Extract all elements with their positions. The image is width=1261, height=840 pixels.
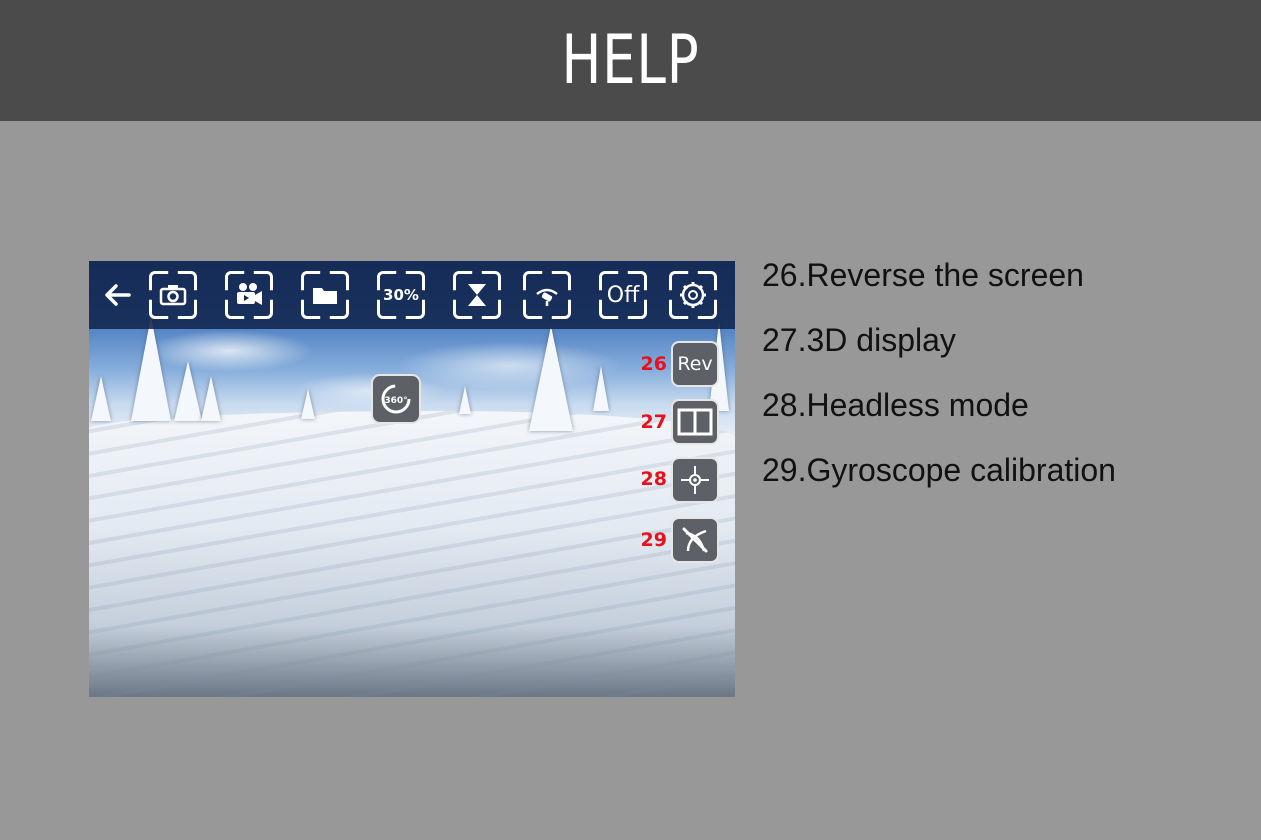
video-record-button[interactable] <box>225 271 273 319</box>
header-bar: HELP <box>0 0 1261 121</box>
callout-number-29: 29 <box>640 529 667 551</box>
camera-button[interactable] <box>149 271 197 319</box>
reverse-screen-button[interactable]: Rev <box>671 341 719 387</box>
settings-button[interactable] <box>669 271 717 319</box>
light-toggle-button[interactable]: Off <box>599 271 647 319</box>
snow-tree <box>91 376 111 421</box>
reverse-screen-icon: Rev <box>677 353 713 375</box>
trim-button[interactable] <box>453 271 501 319</box>
3d-display-button[interactable] <box>671 399 719 445</box>
snow-tree <box>201 376 221 421</box>
speed-button[interactable]: 30% <box>377 271 425 319</box>
callout-number-26: 26 <box>640 353 667 375</box>
files-button[interactable] <box>301 271 349 319</box>
help-item-29: 29.Gyroscope calibration <box>762 452 1116 488</box>
snow-tree <box>174 361 202 421</box>
headless-mode-icon <box>681 466 709 494</box>
snow-ground <box>89 411 735 697</box>
snow-tree <box>131 316 171 421</box>
back-button[interactable] <box>101 279 133 311</box>
callout-number-27: 27 <box>640 411 667 433</box>
rotate-360-icon: 360° <box>381 384 411 414</box>
snow-tree <box>529 326 573 431</box>
speed-percent-label: 30% <box>383 286 419 304</box>
headless-mode-button[interactable] <box>671 457 719 503</box>
app-screenshot-preview: 30% Off 360° 26 Rev 27 28 29 <box>89 261 735 697</box>
help-description-list: 26.Reverse the screen 27.3D display 28.H… <box>762 253 1116 513</box>
arrow-left-icon <box>105 284 131 306</box>
snow-tree <box>301 389 315 419</box>
page-title: HELP <box>561 21 700 100</box>
callout-number-28: 28 <box>640 468 667 490</box>
gyroscope-calibration-icon <box>682 527 708 553</box>
snow-tree <box>459 386 471 414</box>
rotate-360-label: 360° <box>384 396 407 406</box>
rotate-360-button[interactable]: 360° <box>371 374 421 424</box>
snow-tree <box>593 366 609 411</box>
help-item-26: 26.Reverse the screen <box>762 257 1084 293</box>
help-item-27: 27.3D display <box>762 322 956 358</box>
split-screen-3d-icon <box>677 408 713 436</box>
flip-button[interactable] <box>523 271 571 319</box>
app-toolbar: 30% Off <box>89 261 735 329</box>
help-item-28: 28.Headless mode <box>762 387 1029 423</box>
light-toggle-label: Off <box>606 282 640 308</box>
gyroscope-calibration-button[interactable] <box>671 517 719 563</box>
